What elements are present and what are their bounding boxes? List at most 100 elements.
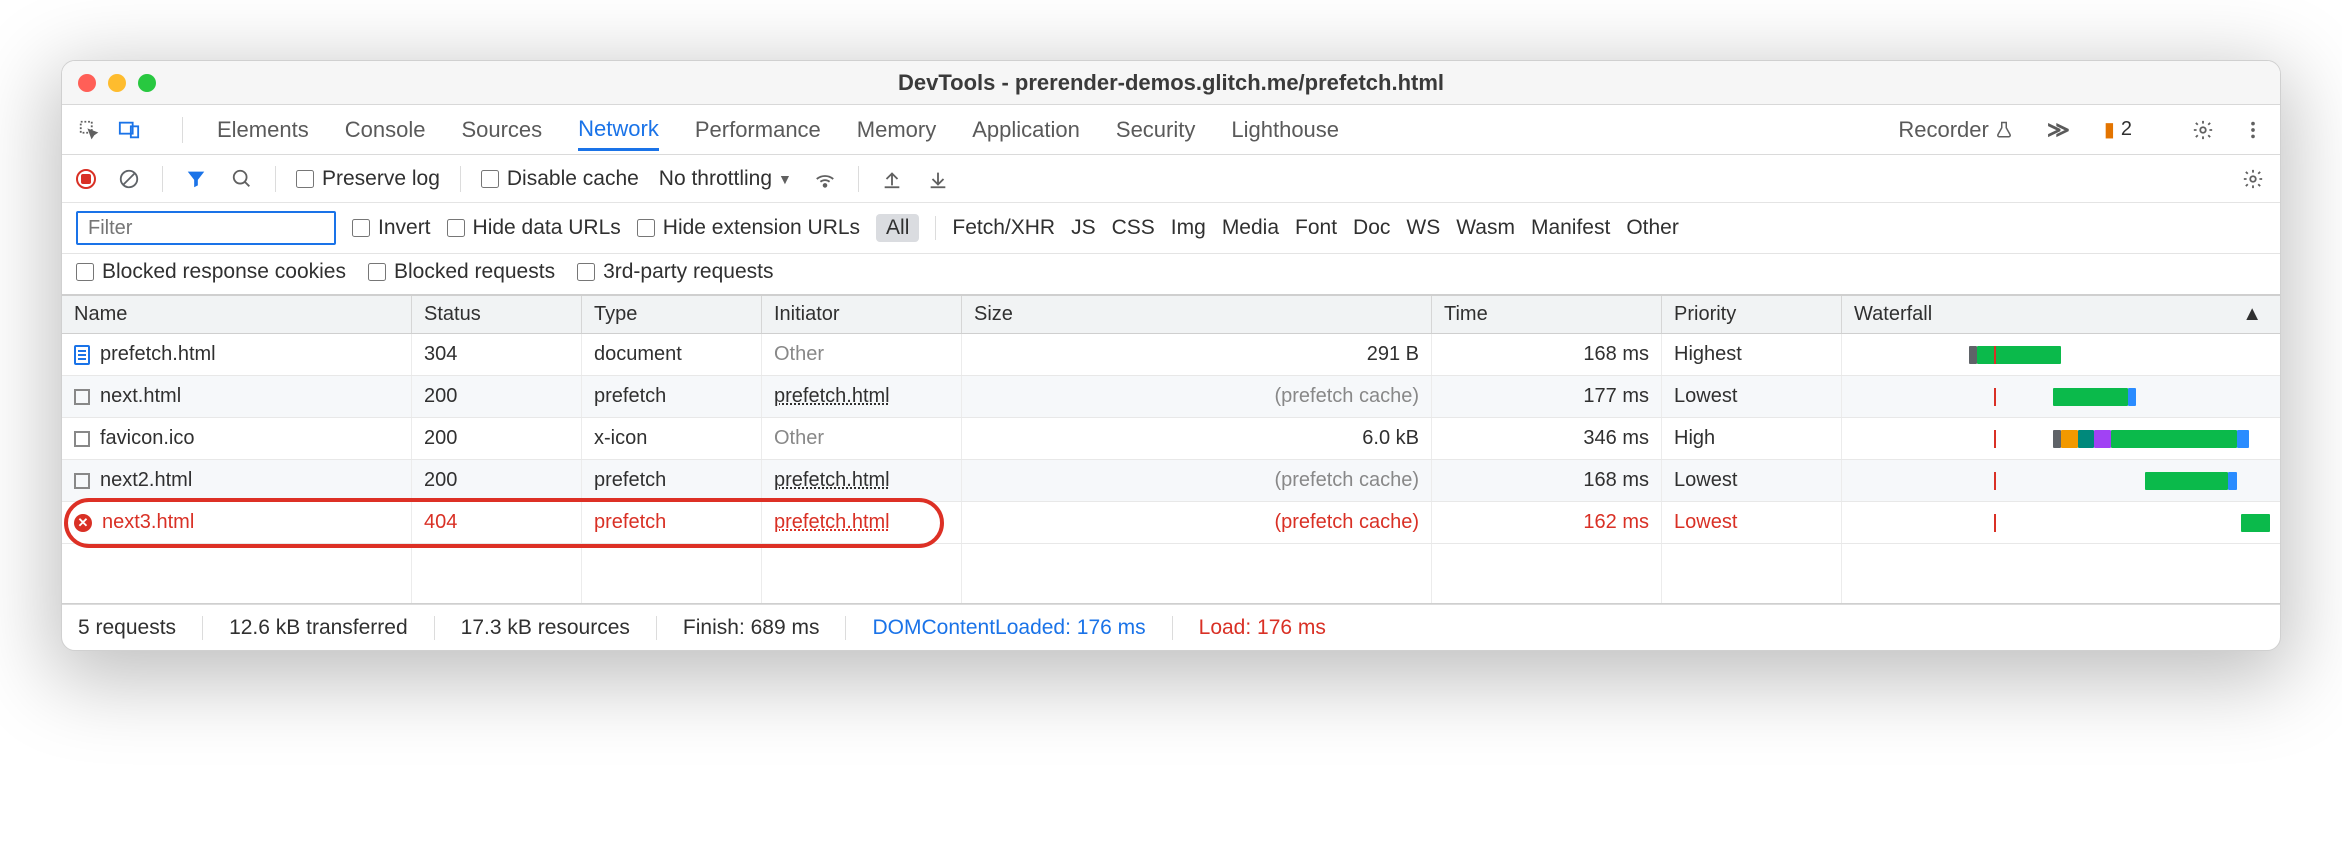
filter-input[interactable] xyxy=(76,211,336,245)
initiator-link[interactable]: prefetch.html xyxy=(774,511,890,534)
request-priority: Lowest xyxy=(1662,376,1842,417)
filter-type-other[interactable]: Other xyxy=(1626,216,1679,240)
settings-icon[interactable] xyxy=(2190,117,2216,143)
table-row[interactable]: ✕next3.html404prefetchprefetch.html(pref… xyxy=(62,502,2280,544)
blocked-requests-checkbox[interactable]: Blocked requests xyxy=(368,260,555,284)
request-size: 291 B xyxy=(962,334,1432,375)
tab-lighthouse[interactable]: Lighthouse xyxy=(1231,109,1339,151)
table-row[interactable]: favicon.ico200x-iconOther6.0 kB346 msHig… xyxy=(62,418,2280,460)
separator xyxy=(202,616,203,640)
status-bar: 5 requests 12.6 kB transferred 17.3 kB r… xyxy=(62,604,2280,650)
devtools-window: DevTools - prerender-demos.glitch.me/pre… xyxy=(61,60,2281,651)
request-status: 200 xyxy=(412,418,582,459)
device-toolbar-icon[interactable] xyxy=(116,117,142,143)
network-conditions-icon[interactable] xyxy=(812,166,838,192)
waterfall-bar xyxy=(2094,430,2111,448)
filter-icon[interactable] xyxy=(183,166,209,192)
filter-type-ws[interactable]: WS xyxy=(1406,216,1440,240)
download-har-icon[interactable] xyxy=(925,166,951,192)
request-status: 304 xyxy=(412,334,582,375)
col-status[interactable]: Status xyxy=(412,296,582,333)
col-initiator[interactable]: Initiator xyxy=(762,296,962,333)
filter-type-all[interactable]: All xyxy=(876,214,919,242)
invert-checkbox[interactable]: Invert xyxy=(352,216,431,240)
tab-security[interactable]: Security xyxy=(1116,109,1195,151)
record-button[interactable] xyxy=(76,169,96,189)
col-size[interactable]: Size xyxy=(962,296,1432,333)
waterfall-cell xyxy=(1842,460,2280,501)
request-name: prefetch.html xyxy=(100,343,216,366)
col-waterfall[interactable]: Waterfall▲ xyxy=(1842,296,2280,333)
waterfall-bar xyxy=(1977,346,2061,364)
request-name: next3.html xyxy=(102,511,194,534)
initiator-link[interactable]: prefetch.html xyxy=(774,385,890,408)
table-row[interactable]: prefetch.html304documentOther291 B168 ms… xyxy=(62,334,2280,376)
waterfall-bar xyxy=(2111,430,2236,448)
clear-button[interactable] xyxy=(116,166,142,192)
filter-type-fetch-xhr[interactable]: Fetch/XHR xyxy=(952,216,1055,240)
search-icon[interactable] xyxy=(229,166,255,192)
request-name: favicon.ico xyxy=(100,427,195,450)
more-tabs-button[interactable]: ≫ xyxy=(2047,109,2070,151)
hide-data-urls-checkbox[interactable]: Hide data URLs xyxy=(447,216,621,240)
tab-performance[interactable]: Performance xyxy=(695,109,821,151)
main-tabs-row: Elements Console Sources Network Performance… xyxy=(62,105,2280,155)
error-icon: ✕ xyxy=(74,514,92,532)
close-window-button[interactable] xyxy=(78,74,96,92)
request-status: 200 xyxy=(412,460,582,501)
request-time: 346 ms xyxy=(1432,418,1662,459)
request-status: 404 xyxy=(412,502,582,543)
disable-cache-checkbox[interactable]: Disable cache xyxy=(481,167,639,191)
filter-type-media[interactable]: Media xyxy=(1222,216,1279,240)
sort-asc-icon: ▲ xyxy=(2242,303,2262,326)
request-size: (prefetch cache) xyxy=(962,460,1432,501)
filter-type-css[interactable]: CSS xyxy=(1112,216,1155,240)
status-requests: 5 requests xyxy=(78,616,176,640)
preserve-log-checkbox[interactable]: Preserve log xyxy=(296,167,440,191)
titlebar: DevTools - prerender-demos.glitch.me/pre… xyxy=(62,61,2280,105)
table-row[interactable]: next2.html200prefetchprefetch.html(prefe… xyxy=(62,460,2280,502)
blocked-req-label: Blocked requests xyxy=(394,260,555,284)
request-name: next2.html xyxy=(100,469,192,492)
tab-sources[interactable]: Sources xyxy=(461,109,542,151)
filter-type-wasm[interactable]: Wasm xyxy=(1456,216,1515,240)
window-title: DevTools - prerender-demos.glitch.me/pre… xyxy=(898,70,1444,96)
tab-application[interactable]: Application xyxy=(972,109,1080,151)
filter-type-img[interactable]: Img xyxy=(1171,216,1206,240)
initiator-link[interactable]: prefetch.html xyxy=(774,469,890,492)
hide-extension-urls-checkbox[interactable]: Hide extension URLs xyxy=(637,216,860,240)
separator xyxy=(460,166,461,192)
filter-type-doc[interactable]: Doc xyxy=(1353,216,1390,240)
preserve-log-label: Preserve log xyxy=(322,167,440,191)
table-row[interactable]: next.html200prefetchprefetch.html(prefet… xyxy=(62,376,2280,418)
network-settings-icon[interactable] xyxy=(2240,166,2266,192)
tab-console[interactable]: Console xyxy=(345,109,426,151)
upload-har-icon[interactable] xyxy=(879,166,905,192)
filter-type-js[interactable]: JS xyxy=(1071,216,1096,240)
tab-elements[interactable]: Elements xyxy=(217,109,309,151)
filter-row-2: Blocked response cookies Blocked request… xyxy=(62,254,2280,295)
throttling-select[interactable]: No throttling ▼ xyxy=(659,167,792,191)
col-time[interactable]: Time xyxy=(1432,296,1662,333)
tab-network[interactable]: Network xyxy=(578,108,659,151)
request-priority: Lowest xyxy=(1662,502,1842,543)
waterfall-cell xyxy=(1842,502,2280,543)
col-priority[interactable]: Priority xyxy=(1662,296,1842,333)
filter-type-font[interactable]: Font xyxy=(1295,216,1337,240)
col-type[interactable]: Type xyxy=(582,296,762,333)
col-name[interactable]: Name xyxy=(62,296,412,333)
waterfall-bar xyxy=(2128,388,2136,406)
blocked-cookies-checkbox[interactable]: Blocked response cookies xyxy=(76,260,346,284)
warnings-badge[interactable]: ▮ 2 xyxy=(2104,117,2132,142)
third-party-checkbox[interactable]: 3rd-party requests xyxy=(577,260,773,284)
panel-tabs: Elements Console Sources Network Performance… xyxy=(217,108,1864,151)
disable-cache-label: Disable cache xyxy=(507,167,639,191)
kebab-menu-icon[interactable] xyxy=(2240,117,2266,143)
minimize-window-button[interactable] xyxy=(108,74,126,92)
inspect-element-icon[interactable] xyxy=(76,117,102,143)
tab-memory[interactable]: Memory xyxy=(857,109,936,151)
tab-recorder[interactable]: Recorder xyxy=(1898,109,2012,151)
maximize-window-button[interactable] xyxy=(138,74,156,92)
filter-type-manifest[interactable]: Manifest xyxy=(1531,216,1610,240)
table-header: Name Status Type Initiator Size Time Pri… xyxy=(62,296,2280,334)
